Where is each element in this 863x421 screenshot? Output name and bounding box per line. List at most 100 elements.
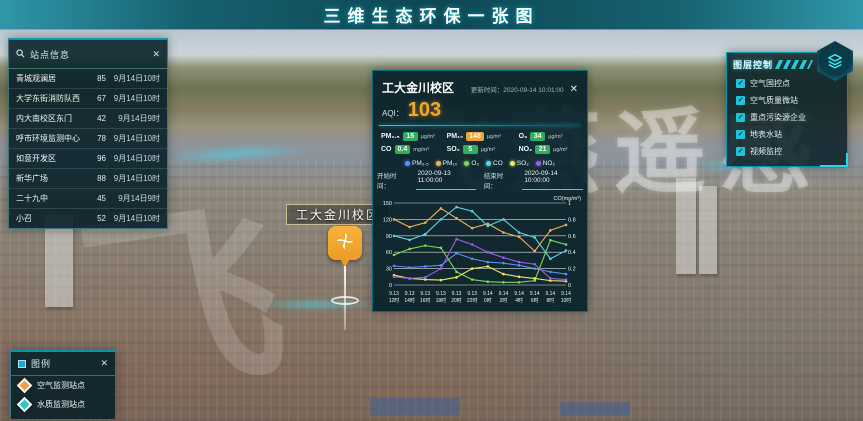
station-value: 67 — [88, 94, 106, 103]
layer-toggle-row[interactable]: ✓空气质量微站 — [727, 92, 847, 109]
close-icon[interactable]: ✕ — [100, 359, 108, 368]
svg-text:30: 30 — [386, 267, 392, 273]
legend-item-label: 水质监测站点 — [37, 399, 85, 410]
windmill-icon — [335, 231, 355, 256]
popup-title: 工大金川校区 — [382, 79, 454, 96]
page-title: 三维生态环保一张图 — [324, 2, 540, 27]
aqi-row: AQI： 103 — [373, 98, 587, 125]
station-row[interactable]: 青城观澜居859月14日10时 — [9, 69, 167, 88]
station-rows: 青城观澜居859月14日10时大学东街消防队西679月14日10时内大南校区东门… — [9, 69, 167, 228]
svg-text:0.4: 0.4 — [568, 250, 576, 256]
station-value: 45 — [88, 194, 106, 203]
pollutant-unit: µg/m³ — [421, 134, 435, 140]
station-time: 9月14日10时 — [106, 93, 160, 104]
station-value: 85 — [88, 74, 106, 83]
svg-text:60: 60 — [386, 250, 392, 256]
pollutant-value-badge: 34 — [530, 132, 545, 141]
station-marker[interactable] — [328, 226, 362, 260]
legend-series-name: NO₂ — [543, 160, 555, 167]
layer-control-panel: 图层控制 ✓空气国控点✓空气质量微站✓重点污染源企业✓地表水站✓视频监控 — [726, 52, 848, 167]
update-time-value: 2020-09-14 10:01:00 — [503, 87, 563, 94]
hatch-decoration — [775, 60, 813, 69]
chart-legend-item: NO₂ — [536, 160, 555, 167]
pollutant-value-badge: 0.4 — [395, 145, 411, 154]
checkbox-checked-icon[interactable]: ✓ — [736, 147, 745, 156]
end-time-input[interactable]: 2020-09-14 10:00:00 — [522, 170, 583, 190]
start-time-input[interactable]: 2020-09-13 11:00:00 — [416, 170, 476, 190]
search-icon — [16, 45, 25, 63]
blue-roof — [560, 402, 630, 416]
pollutant-unit: µg/m³ — [548, 134, 562, 140]
pollutant-cell: CO0.4mg/m³ — [381, 145, 445, 154]
popup-update-time: 更新时间：2020-09-14 10:01:00 — [460, 84, 564, 94]
pollutant-cell: SO₂5µg/m³ — [447, 145, 517, 154]
svg-text:9.14: 9.14 — [530, 291, 540, 297]
svg-text:12时: 12时 — [389, 297, 400, 304]
svg-text:6时: 6时 — [531, 297, 539, 304]
legend-dot — [510, 161, 515, 166]
pollutant-value-badge: 5 — [463, 145, 478, 154]
layer-toggle-row[interactable]: ✓视频监控 — [727, 143, 847, 160]
pollutant-cell: NO₂21µg/m³ — [519, 145, 579, 154]
marker-base-ring — [331, 296, 359, 305]
station-time: 9月14日10时 — [106, 213, 160, 224]
pollutant-label: SO₂ — [447, 146, 460, 153]
diamond-marker-icon — [17, 378, 33, 394]
station-row[interactable]: 小召529月14日10时 — [9, 208, 167, 228]
pollutant-label: CO — [381, 146, 392, 153]
svg-text:18时: 18时 — [436, 297, 447, 304]
svg-text:10时: 10时 — [561, 297, 572, 304]
svg-text:9.14: 9.14 — [514, 291, 524, 297]
legend-dot — [405, 161, 410, 166]
station-row[interactable]: 如意开发区969月14日10时 — [9, 148, 167, 168]
station-time: 9月14日10时 — [106, 133, 160, 144]
svg-text:9.14: 9.14 — [483, 291, 493, 297]
station-row[interactable]: 呼市环境监测中心789月14日10时 — [9, 128, 167, 148]
pollutant-cell: PM₁₀148µg/m³ — [447, 132, 517, 141]
checkbox-checked-icon[interactable]: ✓ — [736, 113, 745, 122]
legend-header: 图例 ✕ — [11, 352, 115, 376]
station-value: 88 — [88, 174, 106, 183]
close-icon[interactable]: ✕ — [570, 84, 578, 95]
chart-legend: PM₂.₅PM₁₀O₃COSO₂NO₂ — [373, 156, 587, 168]
station-row[interactable]: 新华广场889月14日10时 — [9, 168, 167, 188]
svg-text:9.14: 9.14 — [561, 291, 571, 297]
station-row[interactable]: 二十九中459月14日9时 — [9, 188, 167, 208]
close-icon[interactable]: ✕ — [152, 50, 160, 59]
svg-text:0: 0 — [568, 283, 571, 289]
checkbox-checked-icon[interactable]: ✓ — [736, 79, 745, 88]
station-name: 青城观澜居 — [16, 73, 88, 84]
station-row[interactable]: 内大南校区东门429月14日9时 — [9, 108, 167, 128]
pollutant-value-badge: 15 — [403, 132, 418, 141]
layer-label: 重点污染源企业 — [750, 112, 806, 123]
pollutant-label: PM₁₀ — [447, 133, 464, 140]
svg-text:0.8: 0.8 — [568, 217, 576, 223]
svg-text:4时: 4时 — [515, 297, 523, 304]
checkbox-checked-icon[interactable]: ✓ — [736, 130, 745, 139]
station-value: 96 — [88, 154, 106, 163]
svg-text:9.13: 9.13 — [405, 291, 415, 297]
svg-text:8时: 8时 — [546, 297, 554, 304]
layer-toggle-row[interactable]: ✓ 重点污染源企业 — [727, 109, 847, 126]
svg-text:90: 90 — [386, 234, 392, 240]
legend-items: 空气监测站点水质监测站点 — [11, 376, 115, 414]
chart-legend-item: O₃ — [464, 160, 479, 167]
checkbox-checked-icon[interactable]: ✓ — [736, 96, 745, 105]
pollutant-trend-chart: 00300.2600.4900.61200.81501CO(mg/m³)9.13… — [373, 192, 587, 320]
legend-item: 空气监测站点 — [11, 376, 115, 395]
station-value: 78 — [88, 134, 106, 143]
svg-text:0: 0 — [389, 283, 392, 289]
pollutant-unit: mg/m³ — [413, 147, 429, 153]
end-time-label: 结束时间： — [484, 170, 515, 190]
legend-dot — [486, 161, 491, 166]
pollutant-value-badge: 21 — [535, 145, 550, 154]
pollutant-label: PM₂.₅ — [381, 133, 400, 140]
legend-series-name: PM₁₀ — [443, 160, 458, 167]
chart-legend-item: CO — [486, 160, 503, 167]
layer-toggle-row[interactable]: ✓地表水站 — [727, 126, 847, 143]
station-row[interactable]: 大学东街消防队西679月14日10时 — [9, 88, 167, 108]
diamond-marker-icon — [17, 397, 33, 413]
svg-text:9.13: 9.13 — [436, 291, 446, 297]
svg-text:14时: 14时 — [404, 297, 415, 304]
chart-legend-item: PM₂.₅ — [405, 160, 429, 167]
